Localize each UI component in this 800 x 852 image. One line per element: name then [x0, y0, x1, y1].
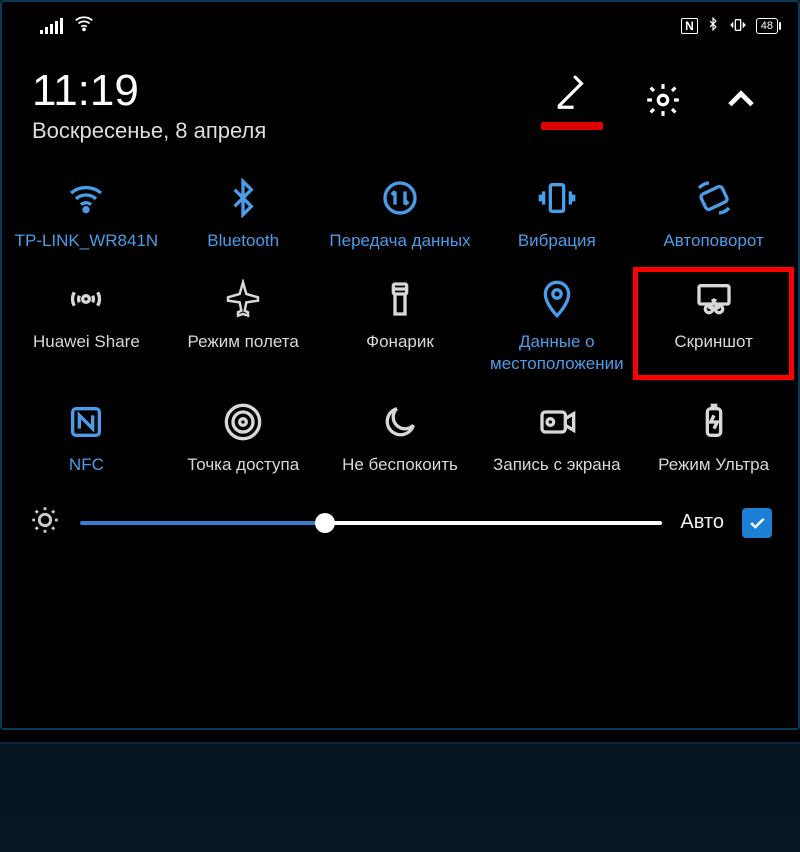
battery-indicator: 48: [756, 18, 778, 34]
pencil-icon: [553, 74, 591, 117]
settings-button[interactable]: [644, 81, 682, 124]
tile-label: Вибрация: [516, 230, 598, 251]
vibration-icon: [537, 176, 577, 220]
header-actions: [540, 66, 768, 131]
screen-record-icon: [537, 400, 577, 444]
data-transfer-icon: [380, 176, 420, 220]
auto-brightness-checkbox[interactable]: [742, 508, 772, 538]
bluetooth-status-icon: [706, 15, 720, 38]
wifi-icon: [66, 176, 106, 220]
nfc-status-icon: N: [681, 18, 698, 34]
tile-label: Передача данных: [327, 230, 472, 251]
status-bar: N 48: [2, 2, 798, 46]
tile-hotspot[interactable]: Точка доступа: [165, 396, 322, 479]
tile-label: TP-LINK_WR841N: [13, 230, 161, 251]
tile-dnd[interactable]: Не беспокоить: [322, 396, 479, 479]
clock: 11:19: [32, 66, 266, 116]
tile-ultra-mode[interactable]: Режим Ультра: [635, 396, 792, 479]
quick-settings-grid: TP-LINK_WR841N Bluetooth Передача данных…: [2, 154, 798, 479]
tile-flashlight[interactable]: Фонарик: [322, 273, 479, 378]
tile-label: Точка доступа: [185, 454, 301, 475]
tile-label: NFC: [67, 454, 106, 475]
tile-label: Режим полета: [186, 331, 301, 352]
tile-autorotate[interactable]: Автоповорот: [635, 172, 792, 255]
tile-screenshot[interactable]: Скриншот: [635, 273, 792, 378]
tile-mobile-data[interactable]: Передача данных: [322, 172, 479, 255]
date: Воскресенье, 8 апреля: [32, 118, 266, 144]
background-strip: [0, 742, 800, 852]
autorotate-icon: [694, 176, 734, 220]
moon-icon: [380, 400, 420, 444]
notification-panel: N 48 11:19 Воскресенье, 8 апреля: [0, 0, 800, 730]
tile-vibration[interactable]: Вибрация: [478, 172, 635, 255]
airplane-icon: [223, 277, 263, 321]
slider-thumb[interactable]: [315, 513, 335, 533]
tile-label: Фонарик: [364, 331, 436, 352]
edit-button[interactable]: [540, 74, 604, 131]
screenshot-highlight: [633, 267, 794, 380]
brightness-row: Авто: [2, 479, 798, 552]
tile-label: Huawei Share: [31, 331, 142, 352]
check-icon: [747, 513, 767, 533]
panel-header: 11:19 Воскресенье, 8 апреля: [2, 46, 798, 154]
tile-label: Bluetooth: [205, 230, 281, 251]
tile-nfc[interactable]: NFC: [8, 396, 165, 479]
bluetooth-icon: [223, 176, 263, 220]
hotspot-icon: [223, 400, 263, 444]
time-date: 11:19 Воскресенье, 8 апреля: [32, 66, 266, 144]
tile-screen-record[interactable]: Запись с экрана: [478, 396, 635, 479]
tile-label: Не беспокоить: [340, 454, 460, 475]
nav-bar-area: [0, 742, 800, 790]
chevron-up-icon: [722, 81, 760, 119]
brightness-slider[interactable]: [80, 513, 662, 533]
wifi-status-icon: [73, 12, 95, 40]
edit-highlight: [540, 121, 604, 131]
tile-bluetooth[interactable]: Bluetooth: [165, 172, 322, 255]
auto-brightness-label: Авто: [680, 511, 724, 534]
tile-airplane[interactable]: Режим полета: [165, 273, 322, 378]
tile-huawei-share[interactable]: Huawei Share: [8, 273, 165, 378]
status-right: N 48: [681, 15, 778, 38]
tile-label: Запись с экрана: [491, 454, 623, 475]
huawei-share-icon: [66, 277, 106, 321]
tile-label: Автоповорот: [661, 230, 765, 251]
location-icon: [537, 277, 577, 321]
collapse-button[interactable]: [722, 81, 760, 124]
vibration-status-icon: [728, 17, 748, 36]
tile-location[interactable]: Данные о местоположении: [478, 273, 635, 378]
flashlight-icon: [380, 277, 420, 321]
tile-label: Данные о местоположении: [480, 331, 633, 374]
tile-label: Режим Ультра: [656, 454, 771, 475]
battery-ultra-icon: [694, 400, 734, 444]
brightness-icon: [28, 503, 62, 542]
gear-icon: [644, 81, 682, 119]
nfc-icon: [66, 400, 106, 444]
tile-wifi[interactable]: TP-LINK_WR841N: [8, 172, 165, 255]
status-left: [40, 12, 95, 40]
signal-icon: [40, 18, 63, 34]
